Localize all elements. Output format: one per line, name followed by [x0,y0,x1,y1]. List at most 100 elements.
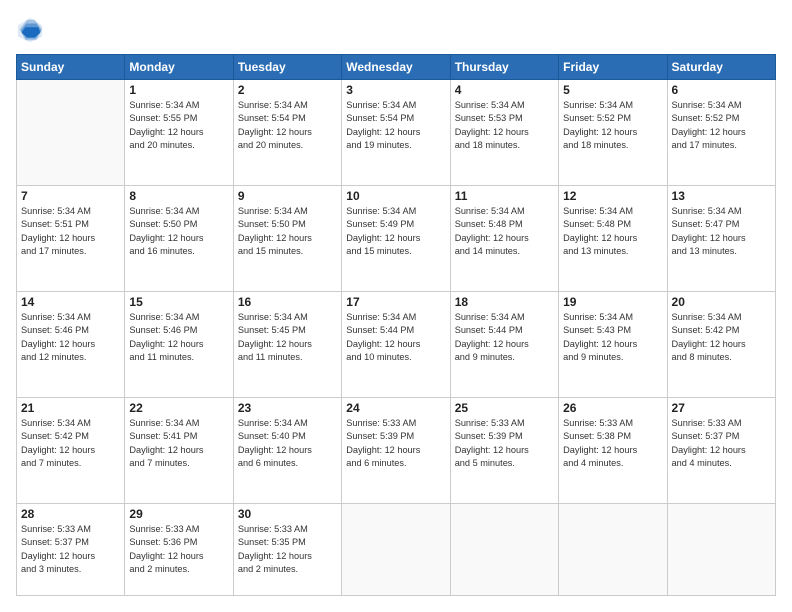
calendar-table: SundayMondayTuesdayWednesdayThursdayFrid… [16,54,776,596]
day-number: 10 [346,189,445,203]
calendar-cell: 4 Sunrise: 5:34 AMSunset: 5:53 PMDaylight… [450,80,558,186]
day-number: 5 [563,83,662,97]
cell-info: Sunrise: 5:33 AMSunset: 5:37 PMDaylight:… [21,523,120,576]
cell-info: Sunrise: 5:34 AMSunset: 5:52 PMDaylight:… [563,99,662,152]
weekday-header-friday: Friday [559,55,667,80]
calendar-cell: 9 Sunrise: 5:34 AMSunset: 5:50 PMDaylight… [233,186,341,292]
calendar-cell: 24 Sunrise: 5:33 AMSunset: 5:39 PMDayligh… [342,398,450,504]
cell-info: Sunrise: 5:34 AMSunset: 5:48 PMDaylight:… [563,205,662,258]
logo-icon [16,16,44,44]
calendar-cell: 26 Sunrise: 5:33 AMSunset: 5:38 PMDayligh… [559,398,667,504]
weekday-header-sunday: Sunday [17,55,125,80]
calendar-cell: 6 Sunrise: 5:34 AMSunset: 5:52 PMDaylight… [667,80,775,186]
day-number: 24 [346,401,445,415]
day-number: 8 [129,189,228,203]
day-number: 11 [455,189,554,203]
calendar-cell: 7 Sunrise: 5:34 AMSunset: 5:51 PMDaylight… [17,186,125,292]
calendar-week-1: 1 Sunrise: 5:34 AMSunset: 5:55 PMDaylight… [17,80,776,186]
calendar-cell: 29 Sunrise: 5:33 AMSunset: 5:36 PMDayligh… [125,504,233,596]
calendar-cell: 20Sunrise: 5:34 AMSunset: 5:42 PMDayligh… [667,292,775,398]
calendar-cell: 30 Sunrise: 5:33 AMSunset: 5:35 PMDayligh… [233,504,341,596]
calendar-week-2: 7 Sunrise: 5:34 AMSunset: 5:51 PMDaylight… [17,186,776,292]
calendar-week-3: 14 Sunrise: 5:34 AMSunset: 5:46 PMDayligh… [17,292,776,398]
day-number: 19 [563,295,662,309]
day-number: 1 [129,83,228,97]
calendar-cell: 15 Sunrise: 5:34 AMSunset: 5:46 PMDayligh… [125,292,233,398]
cell-info: Sunrise: 5:34 AMSunset: 5:48 PMDaylight:… [455,205,554,258]
day-number: 14 [21,295,120,309]
cell-info: Sunrise: 5:33 AMSunset: 5:38 PMDaylight:… [563,417,662,470]
cell-info: Sunrise: 5:34 AMSunset: 5:55 PMDaylight:… [129,99,228,152]
calendar-cell: 12 Sunrise: 5:34 AMSunset: 5:48 PMDayligh… [559,186,667,292]
calendar-cell: 10 Sunrise: 5:34 AMSunset: 5:49 PMDayligh… [342,186,450,292]
day-number: 21 [21,401,120,415]
calendar-cell: 28 Sunrise: 5:33 AMSunset: 5:37 PMDayligh… [17,504,125,596]
day-number: 12 [563,189,662,203]
calendar-cell: 8Sunrise: 5:34 AMSunset: 5:50 PMDaylight… [125,186,233,292]
cell-info: Sunrise: 5:33 AMSunset: 5:39 PMDaylight:… [346,417,445,470]
cell-info: Sunrise: 5:34 AMSunset: 5:50 PMDaylight:… [238,205,337,258]
calendar-header-row: SundayMondayTuesdayWednesdayThursdayFrid… [17,55,776,80]
day-number: 15 [129,295,228,309]
cell-info: Sunrise: 5:34 AMSunset: 5:53 PMDaylight:… [455,99,554,152]
weekday-header-saturday: Saturday [667,55,775,80]
calendar-cell: 23 Sunrise: 5:34 AMSunset: 5:40 PMDayligh… [233,398,341,504]
cell-info: Sunrise: 5:33 AMSunset: 5:35 PMDaylight:… [238,523,337,576]
logo [16,16,48,44]
cell-info: Sunrise: 5:34 AMSunset: 5:45 PMDaylight:… [238,311,337,364]
day-number: 7 [21,189,120,203]
day-number: 3 [346,83,445,97]
day-number: 16 [238,295,337,309]
day-number: 27 [672,401,771,415]
calendar-cell: 14 Sunrise: 5:34 AMSunset: 5:46 PMDayligh… [17,292,125,398]
calendar-cell: 25Sunrise: 5:33 AMSunset: 5:39 PMDayligh… [450,398,558,504]
calendar-cell [342,504,450,596]
cell-info: Sunrise: 5:34 AMSunset: 5:43 PMDaylight:… [563,311,662,364]
day-number: 20 [672,295,771,309]
cell-info: Sunrise: 5:34 AMSunset: 5:46 PMDaylight:… [129,311,228,364]
day-number: 26 [563,401,662,415]
day-number: 13 [672,189,771,203]
day-number: 9 [238,189,337,203]
cell-info: Sunrise: 5:34 AMSunset: 5:40 PMDaylight:… [238,417,337,470]
calendar-cell: 5 Sunrise: 5:34 AMSunset: 5:52 PMDaylight… [559,80,667,186]
cell-info: Sunrise: 5:34 AMSunset: 5:49 PMDaylight:… [346,205,445,258]
calendar-cell: 3Sunrise: 5:34 AMSunset: 5:54 PMDaylight… [342,80,450,186]
cell-info: Sunrise: 5:34 AMSunset: 5:47 PMDaylight:… [672,205,771,258]
cell-info: Sunrise: 5:34 AMSunset: 5:42 PMDaylight:… [21,417,120,470]
calendar-cell: 21 Sunrise: 5:34 AMSunset: 5:42 PMDayligh… [17,398,125,504]
day-number: 4 [455,83,554,97]
day-number: 28 [21,507,120,521]
cell-info: Sunrise: 5:34 AMSunset: 5:44 PMDaylight:… [346,311,445,364]
calendar-cell: 1 Sunrise: 5:34 AMSunset: 5:55 PMDaylight… [125,80,233,186]
day-number: 30 [238,507,337,521]
calendar-cell: 27 Sunrise: 5:33 AMSunset: 5:37 PMDayligh… [667,398,775,504]
calendar-cell [559,504,667,596]
calendar-week-5: 28 Sunrise: 5:33 AMSunset: 5:37 PMDayligh… [17,504,776,596]
cell-info: Sunrise: 5:34 AMSunset: 5:54 PMDaylight:… [238,99,337,152]
day-number: 6 [672,83,771,97]
header [16,16,776,44]
calendar-cell: 13 Sunrise: 5:34 AMSunset: 5:47 PMDayligh… [667,186,775,292]
weekday-header-monday: Monday [125,55,233,80]
calendar-cell [667,504,775,596]
weekday-header-tuesday: Tuesday [233,55,341,80]
cell-info: Sunrise: 5:33 AMSunset: 5:36 PMDaylight:… [129,523,228,576]
calendar-cell: 11 Sunrise: 5:34 AMSunset: 5:48 PMDayligh… [450,186,558,292]
calendar-cell [450,504,558,596]
calendar-cell: 2 Sunrise: 5:34 AMSunset: 5:54 PMDaylight… [233,80,341,186]
calendar-week-4: 21 Sunrise: 5:34 AMSunset: 5:42 PMDayligh… [17,398,776,504]
cell-info: Sunrise: 5:34 AMSunset: 5:51 PMDaylight:… [21,205,120,258]
cell-info: Sunrise: 5:34 AMSunset: 5:41 PMDaylight:… [129,417,228,470]
day-number: 2 [238,83,337,97]
calendar-cell: 16 Sunrise: 5:34 AMSunset: 5:45 PMDayligh… [233,292,341,398]
cell-info: Sunrise: 5:33 AMSunset: 5:37 PMDaylight:… [672,417,771,470]
day-number: 23 [238,401,337,415]
cell-info: Sunrise: 5:34 AMSunset: 5:46 PMDaylight:… [21,311,120,364]
day-number: 17 [346,295,445,309]
day-number: 29 [129,507,228,521]
weekday-header-wednesday: Wednesday [342,55,450,80]
calendar-cell: 22Sunrise: 5:34 AMSunset: 5:41 PMDayligh… [125,398,233,504]
cell-info: Sunrise: 5:34 AMSunset: 5:52 PMDaylight:… [672,99,771,152]
calendar-cell: 18Sunrise: 5:34 AMSunset: 5:44 PMDayligh… [450,292,558,398]
